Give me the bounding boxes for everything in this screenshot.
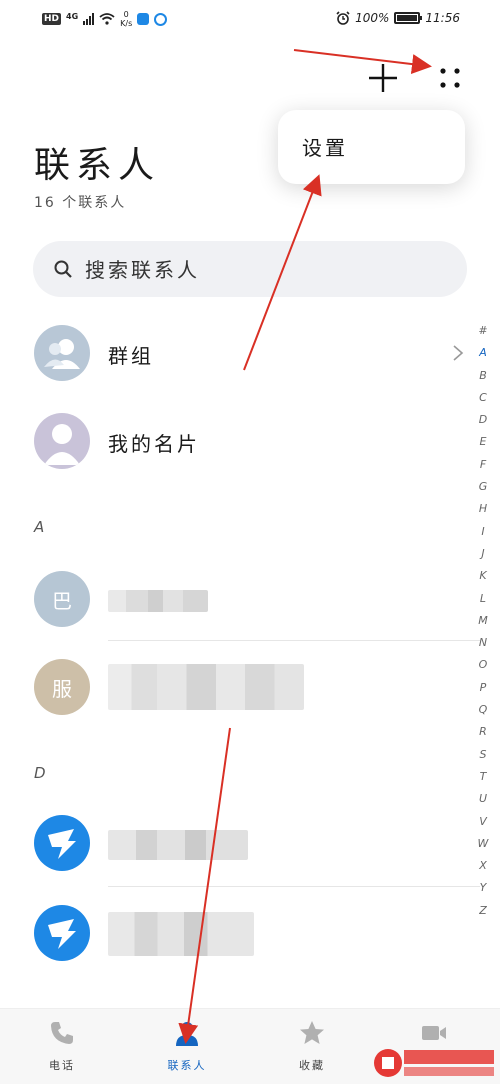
alphabet-index-letter[interactable]: Y [474,877,492,899]
more-dots-icon [440,68,460,88]
wifi-icon [99,13,115,25]
section-header: A [34,518,45,536]
status-right: 100% 11:56 [336,11,460,25]
divider [108,640,480,641]
alphabet-index-letter[interactable]: G [474,476,492,498]
battery-icon [394,12,423,24]
alphabet-index-letter[interactable]: B [474,365,492,387]
app-logo-icon [48,919,76,949]
status-left: HD 4G 0 K/s [42,10,168,28]
speed-unit: K/s [120,19,133,28]
alarm-icon [336,11,350,25]
avatar: 服 [34,659,90,715]
avatar [34,815,90,871]
settings-menu-item[interactable]: 设置 [302,132,348,161]
avatar-initial: 服 [52,676,72,701]
status-bar: HD 4G 0 K/s 100% 11:56 [0,0,500,40]
nav-contacts[interactable]: 联系人 [137,1009,237,1084]
plus-icon [369,64,397,92]
my-card-row[interactable]: 我的名片 [0,406,470,476]
groups-label: 群组 [108,344,154,368]
alphabet-index-letter[interactable]: X [474,855,492,877]
phone-icon [51,1022,73,1044]
network-speed: 0 K/s [120,10,132,28]
chevron-right-icon [453,345,464,361]
alphabet-index-letter[interactable]: L [474,588,492,610]
contact-name-pixelated [108,912,254,956]
contact-count: 16 个联系人 [34,195,127,211]
nav-phone[interactable]: 电话 [12,1009,112,1084]
alphabet-index-letter[interactable]: P [474,677,492,699]
app-notification-icon [137,13,150,25]
avatar [34,905,90,961]
annotation-arrow [293,49,432,75]
group-icon [44,339,80,369]
contact-row[interactable]: 服 [0,652,470,722]
more-options-button[interactable] [432,60,468,96]
nav-favorites[interactable]: 收藏 [262,1009,362,1084]
alphabet-index-letter[interactable]: A [474,342,492,364]
nav-label: 收藏 [299,1059,325,1072]
alphabet-index-letter[interactable]: O [474,654,492,676]
alphabet-index-letter[interactable]: H [474,498,492,520]
alphabet-index-letter[interactable]: U [474,788,492,810]
alphabet-index-letter[interactable]: S [474,744,492,766]
annotation-arrow [178,727,231,1044]
contact-name-pixelated [108,664,304,710]
search-icon [54,260,72,278]
alphabet-index-letter[interactable]: M [474,610,492,632]
contact-name-pixelated [108,590,208,612]
avatar-initial: 巴 [52,588,72,613]
alphabet-index-letter[interactable]: Q [474,699,492,721]
speed-value: 0 [123,10,129,19]
my-card-label: 我的名片 [108,432,200,456]
alphabet-index-letter[interactable]: V [474,811,492,833]
page-title: 联系人 [34,145,161,186]
signal-icon [83,13,95,25]
alphabet-index-letter[interactable]: N [474,632,492,654]
search-bar[interactable] [33,241,467,297]
hd-badge: HD [42,13,62,25]
person-icon [44,424,80,465]
clock: 11:56 [425,11,460,25]
section-header: D [34,764,46,782]
alphabet-index-letter[interactable]: F [474,454,492,476]
video-icon [422,1026,446,1040]
alphabet-index-letter[interactable]: K [474,565,492,587]
alphabet-index-letter[interactable]: D [474,409,492,431]
avatar [34,413,90,469]
watermark-logo [374,1049,494,1077]
alphabet-index-letter[interactable]: E [474,431,492,453]
contact-row[interactable] [0,898,470,968]
avatar: 巴 [34,571,90,627]
network-type: 4G [66,11,79,21]
alphabet-index[interactable]: # A B C D E F G H I J K L M N O P Q R S T U V W X Y Z [474,320,492,922]
alphabet-index-letter[interactable]: J [474,543,492,565]
app-notification-icon [154,12,168,26]
battery-percent: 100% [355,11,390,25]
contact-row[interactable]: 巴 [0,564,470,634]
search-input[interactable] [85,257,445,283]
popup-menu: 设置 [278,110,465,184]
app-logo-icon [48,829,76,859]
nav-label: 联系人 [167,1059,207,1072]
nav-label: 电话 [49,1059,75,1072]
contacts-icon [176,1022,198,1046]
alphabet-index-letter[interactable]: Z [474,900,492,922]
alphabet-index-letter[interactable]: I [474,521,492,543]
add-contact-button[interactable] [365,60,401,96]
groups-row[interactable]: 群组 [0,318,470,388]
contact-name-pixelated [108,830,248,860]
divider [108,886,480,887]
alphabet-index-letter[interactable]: # [474,320,492,342]
star-icon [300,1021,324,1044]
contact-row[interactable] [0,808,470,878]
alphabet-index-letter[interactable]: C [474,387,492,409]
alphabet-index-letter[interactable]: W [474,833,492,855]
alphabet-index-letter[interactable]: T [474,766,492,788]
avatar [34,325,90,381]
alphabet-index-letter[interactable]: R [474,721,492,743]
